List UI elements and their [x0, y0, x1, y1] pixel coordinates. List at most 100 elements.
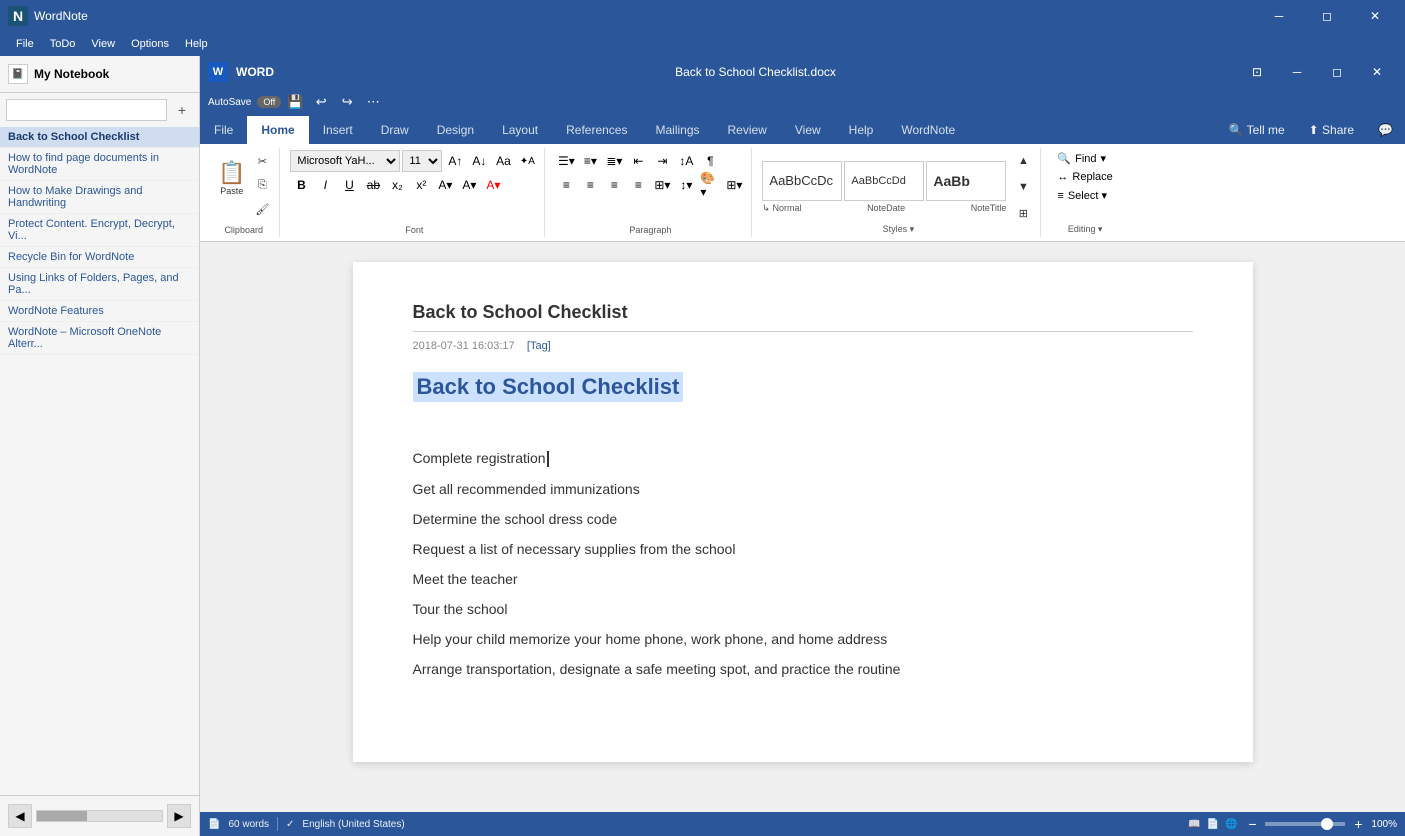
- menu-help[interactable]: Help: [177, 36, 216, 52]
- copy-btn[interactable]: ⎘: [251, 174, 273, 196]
- autosave-toggle[interactable]: Off: [257, 96, 281, 108]
- ribbon-tab-file[interactable]: File: [200, 116, 247, 144]
- font-case-btn[interactable]: Aa: [492, 150, 514, 172]
- zoom-slider[interactable]: [1265, 822, 1345, 826]
- ribbon-tab-home[interactable]: Home: [247, 116, 308, 144]
- ribbon-tab-layout[interactable]: Layout: [488, 116, 552, 144]
- align-center-btn[interactable]: ≡: [579, 174, 601, 196]
- styles-label[interactable]: Styles ▾: [883, 224, 915, 235]
- sort-btn[interactable]: ↕A: [675, 150, 697, 172]
- ribbon-tab-mailings[interactable]: Mailings: [641, 116, 713, 144]
- word-close-btn[interactable]: ✕: [1357, 56, 1397, 88]
- increase-indent-btn[interactable]: ⇥: [651, 150, 673, 172]
- sidebar-item-5[interactable]: Using Links of Folders, Pages, and Pa...: [0, 268, 199, 301]
- sidebar-item-3[interactable]: Protect Content. Encrypt, Decrypt, Vi...: [0, 214, 199, 247]
- align-left-btn[interactable]: ≡: [555, 174, 577, 196]
- format-painter-btn[interactable]: 🖌: [251, 198, 273, 220]
- ribbon-comment-btn[interactable]: 💬: [1366, 119, 1405, 141]
- ribbon-share-btn[interactable]: ⬆ Share: [1297, 119, 1366, 141]
- ribbon-tab-wordnote[interactable]: WordNote: [887, 116, 969, 144]
- text-highlight-btn[interactable]: A▾: [458, 174, 480, 196]
- clear-formatting-btn[interactable]: ✦A: [516, 150, 538, 172]
- strikethrough-btn[interactable]: ab: [362, 174, 384, 196]
- menu-options[interactable]: Options: [123, 36, 177, 52]
- sidebar-search-input[interactable]: [6, 99, 167, 121]
- column-btn[interactable]: ⊞▾: [651, 174, 673, 196]
- ribbon-tab-view[interactable]: View: [781, 116, 835, 144]
- ribbon-tab-design[interactable]: Design: [423, 116, 488, 144]
- text-effect-btn[interactable]: A▾: [434, 174, 456, 196]
- styles-scroll-up-btn[interactable]: ▲: [1012, 150, 1034, 172]
- document-meta-tag[interactable]: [Tag]: [527, 340, 551, 352]
- subscript-btn[interactable]: x₂: [386, 174, 408, 196]
- app-close-btn[interactable]: ✕: [1353, 0, 1397, 32]
- font-shrink-btn[interactable]: A↓: [468, 150, 490, 172]
- replace-btn[interactable]: ↔ Replace: [1051, 169, 1118, 185]
- border-btn[interactable]: ⊞▾: [723, 174, 745, 196]
- status-language[interactable]: English (United States): [302, 819, 404, 830]
- style-notetitle-btn[interactable]: AaBb: [926, 161, 1006, 201]
- paste-btn[interactable]: 📋 Paste: [214, 150, 249, 206]
- bullets-btn[interactable]: ☰▾: [555, 150, 577, 172]
- numbering-btn[interactable]: ≡▾: [579, 150, 601, 172]
- word-restore-btn[interactable]: ◻: [1317, 56, 1357, 88]
- ribbon-tellme-btn[interactable]: 🔍 Tell me: [1217, 119, 1297, 141]
- ribbon-tab-draw[interactable]: Draw: [367, 116, 423, 144]
- qa-more-btn[interactable]: ⋯: [361, 90, 385, 114]
- sidebar-back-btn[interactable]: ◀: [8, 804, 32, 828]
- sidebar-item-7[interactable]: WordNote – Microsoft OneNote Alterr...: [0, 322, 199, 355]
- sidebar-scrollbar[interactable]: [36, 810, 163, 822]
- document-area[interactable]: Back to School Checklist 2018-07-31 16:0…: [200, 242, 1405, 812]
- show-marks-btn[interactable]: ¶: [699, 150, 721, 172]
- menu-file[interactable]: File: [8, 36, 42, 52]
- ribbon-tab-insert[interactable]: Insert: [309, 116, 367, 144]
- app-restore-btn[interactable]: ◻: [1305, 0, 1349, 32]
- font-label[interactable]: Font: [405, 225, 423, 235]
- align-right-btn[interactable]: ≡: [603, 174, 625, 196]
- status-view-btn-print[interactable]: 📄: [1207, 819, 1219, 830]
- font-grow-btn[interactable]: A↑: [444, 150, 466, 172]
- editing-label[interactable]: Editing ▾: [1068, 224, 1103, 235]
- sidebar-add-page-btn[interactable]: +: [171, 99, 193, 121]
- shading-btn[interactable]: 🎨▾: [699, 174, 721, 196]
- sidebar-item-0[interactable]: Back to School Checklist: [0, 127, 199, 148]
- zoom-out-btn[interactable]: −: [1243, 815, 1261, 833]
- font-color-btn[interactable]: A▾: [482, 174, 504, 196]
- qa-undo-btn[interactable]: ↩: [309, 90, 333, 114]
- paragraph-label[interactable]: Paragraph: [629, 225, 671, 235]
- select-btn[interactable]: ≡ Select ▾: [1051, 187, 1113, 204]
- qa-redo-btn[interactable]: ↪: [335, 90, 359, 114]
- justify-btn[interactable]: ≡: [627, 174, 649, 196]
- ribbon-tab-references[interactable]: References: [552, 116, 641, 144]
- styles-expand-btn[interactable]: ⊞: [1012, 202, 1034, 224]
- italic-btn[interactable]: I: [314, 174, 336, 196]
- app-minimize-btn[interactable]: ─: [1257, 0, 1301, 32]
- sidebar-item-4[interactable]: Recycle Bin for WordNote: [0, 247, 199, 268]
- word-minimize-btn[interactable]: ─: [1277, 56, 1317, 88]
- bold-btn[interactable]: B: [290, 174, 312, 196]
- font-name-select[interactable]: Microsoft YaH...: [290, 150, 400, 172]
- clipboard-label[interactable]: Clipboard: [224, 225, 263, 235]
- font-size-select[interactable]: 11: [402, 150, 442, 172]
- sidebar-item-2[interactable]: How to Make Drawings and Handwriting: [0, 181, 199, 214]
- ribbon-tab-help[interactable]: Help: [835, 116, 888, 144]
- status-view-btn-read[interactable]: 📖: [1188, 819, 1200, 830]
- cut-btn[interactable]: ✂: [251, 150, 273, 172]
- multilevel-btn[interactable]: ≣▾: [603, 150, 625, 172]
- word-layout-btn[interactable]: ⊡: [1237, 56, 1277, 88]
- ribbon-tab-review[interactable]: Review: [714, 116, 781, 144]
- sidebar-item-6[interactable]: WordNote Features: [0, 301, 199, 322]
- zoom-level[interactable]: 100%: [1371, 819, 1397, 830]
- qa-save-btn[interactable]: 💾: [283, 90, 307, 114]
- style-normal-btn[interactable]: AaBbCcDc: [762, 161, 842, 201]
- decrease-indent-btn[interactable]: ⇤: [627, 150, 649, 172]
- menu-todo[interactable]: ToDo: [42, 36, 84, 52]
- superscript-btn[interactable]: x²: [410, 174, 432, 196]
- sidebar-item-1[interactable]: How to find page documents in WordNote: [0, 148, 199, 181]
- underline-btn[interactable]: U: [338, 174, 360, 196]
- style-notedate-btn[interactable]: AaBbCcDd: [844, 161, 924, 201]
- line-spacing-btn[interactable]: ↕▾: [675, 174, 697, 196]
- find-btn[interactable]: 🔍 Find ▾: [1051, 150, 1112, 167]
- sidebar-forward-btn[interactable]: ▶: [167, 804, 191, 828]
- zoom-in-btn[interactable]: +: [1349, 815, 1367, 833]
